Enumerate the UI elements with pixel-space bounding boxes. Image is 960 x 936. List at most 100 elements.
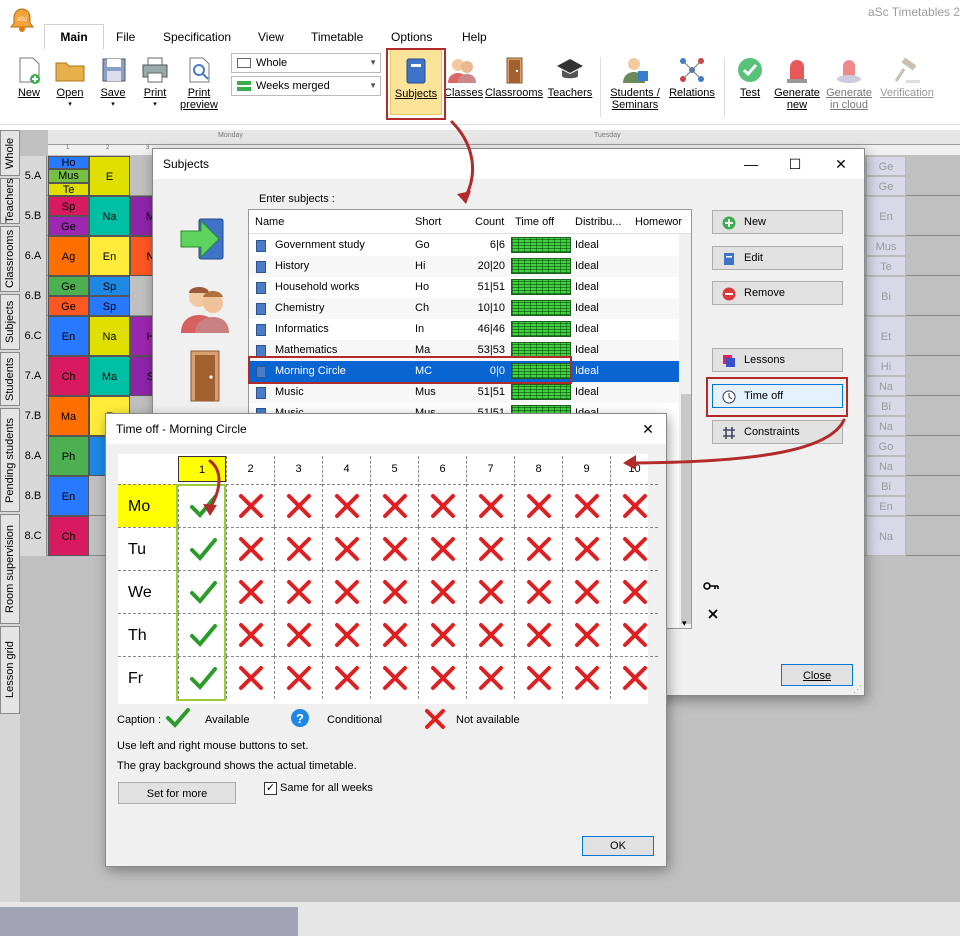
- tab-main[interactable]: Main: [44, 24, 104, 50]
- time-off-cell[interactable]: [418, 613, 466, 656]
- side-tab-lesson-grid[interactable]: Lesson grid: [0, 626, 20, 714]
- lesson-card[interactable]: Na: [866, 376, 906, 396]
- lesson-card[interactable]: Ho: [48, 156, 89, 170]
- lesson-card[interactable]: Ch: [48, 516, 89, 556]
- tab-help[interactable]: Help: [462, 30, 487, 48]
- time-off-cell[interactable]: [274, 656, 322, 699]
- tab-timetable[interactable]: Timetable: [311, 30, 363, 48]
- time-off-cell[interactable]: [562, 527, 610, 570]
- lesson-card[interactable]: Sp: [89, 296, 130, 316]
- time-off-cell[interactable]: [226, 484, 274, 527]
- same-for-all-weeks-checkbox[interactable]: ✓: [264, 782, 277, 795]
- period-header-3[interactable]: 3: [274, 456, 322, 482]
- set-for-more-button[interactable]: Set for more: [118, 782, 236, 804]
- lesson-card[interactable]: Ge: [866, 156, 906, 176]
- lesson-card[interactable]: Ge: [48, 216, 89, 236]
- time-off-cell[interactable]: [322, 570, 370, 613]
- time-off-cell[interactable]: [370, 484, 418, 527]
- time-off-cell[interactable]: [562, 613, 610, 656]
- period-header-4[interactable]: 4: [322, 456, 370, 482]
- lesson-card[interactable]: Ag: [48, 236, 89, 276]
- side-tab-students[interactable]: Students: [0, 352, 20, 406]
- time-off-cell[interactable]: [370, 613, 418, 656]
- lesson-card[interactable]: Te: [48, 182, 89, 196]
- lesson-card[interactable]: Bi: [866, 276, 906, 316]
- constraints-button[interactable]: Constraints: [712, 420, 843, 444]
- side-tab-room-supervision[interactable]: Room supervision: [0, 514, 20, 624]
- time-off-cell[interactable]: [178, 570, 226, 613]
- time-off-bar[interactable]: [511, 279, 571, 295]
- period-header-5[interactable]: 5: [370, 456, 418, 482]
- subject-row[interactable]: Morning Circle MC 0|0 Ideal: [249, 361, 679, 382]
- lesson-card[interactable]: Ge: [48, 296, 89, 316]
- time-off-cell[interactable]: [610, 656, 658, 699]
- time-off-cell[interactable]: [322, 527, 370, 570]
- maximize-button[interactable]: ☐: [773, 149, 817, 179]
- day-header-fr[interactable]: Fr: [118, 656, 176, 699]
- scroll-down-icon[interactable]: ▾: [682, 618, 687, 628]
- subject-row[interactable]: Mathematics Ma 53|53 Ideal: [249, 340, 679, 361]
- time-off-bar[interactable]: [511, 363, 571, 379]
- subject-row[interactable]: Music Mus 51|51 Ideal: [249, 382, 679, 403]
- lesson-card[interactable]: Mus: [866, 236, 906, 256]
- time-off-cell[interactable]: [226, 570, 274, 613]
- period-header-1[interactable]: 1: [178, 456, 226, 482]
- generate-in-cloud-button[interactable]: Generate in cloud: [824, 49, 874, 111]
- lesson-card[interactable]: En: [48, 316, 89, 356]
- class-label[interactable]: 7.B: [20, 396, 47, 436]
- lesson-card[interactable]: Sp: [89, 276, 130, 296]
- lesson-card[interactable]: Na: [866, 456, 906, 476]
- open-button[interactable]: Open ▾: [52, 49, 88, 111]
- lesson-card[interactable]: Hi: [866, 356, 906, 376]
- app-bell-logo-icon[interactable]: aSc: [8, 6, 36, 34]
- delete-x-icon[interactable]: [707, 608, 719, 620]
- time-off-cell[interactable]: [226, 527, 274, 570]
- lesson-card[interactable]: E: [89, 156, 130, 196]
- lessons-button[interactable]: Lessons: [712, 348, 843, 372]
- column-count[interactable]: Count: [475, 216, 504, 228]
- lesson-card[interactable]: Ge: [48, 276, 89, 296]
- time-off-cell[interactable]: [178, 527, 226, 570]
- time-off-cell[interactable]: [418, 527, 466, 570]
- day-header-mo[interactable]: Mo: [118, 484, 176, 527]
- lesson-card[interactable]: Na: [866, 416, 906, 436]
- time-off-cell[interactable]: [466, 656, 514, 699]
- subjects-list-scrollbar[interactable]: ▾: [679, 234, 691, 628]
- period-header-7[interactable]: 7: [466, 456, 514, 482]
- lesson-card[interactable]: Ma: [89, 356, 130, 396]
- period-header-2[interactable]: 2: [226, 456, 274, 482]
- time-off-bar[interactable]: [511, 300, 571, 316]
- subjects-button[interactable]: Subjects: [390, 49, 442, 115]
- column-name[interactable]: Name: [255, 216, 284, 228]
- time-off-bar[interactable]: [511, 384, 571, 400]
- lesson-card[interactable]: Ph: [48, 436, 89, 476]
- scope-select[interactable]: Whole ▼: [231, 53, 381, 73]
- tab-specification[interactable]: Specification: [163, 30, 231, 48]
- class-label[interactable]: 5.A: [20, 156, 47, 196]
- column-distribution[interactable]: Distribu...: [575, 216, 621, 228]
- time-off-cell[interactable]: [274, 570, 322, 613]
- time-off-bar[interactable]: [511, 237, 571, 253]
- lesson-card[interactable]: Go: [866, 436, 906, 456]
- print-button[interactable]: Print ▾: [138, 49, 172, 111]
- students-seminars-button[interactable]: Students / Seminars: [606, 49, 664, 111]
- time-off-cell[interactable]: [610, 570, 658, 613]
- class-label[interactable]: 6.A: [20, 236, 47, 276]
- lesson-card[interactable]: Sp: [48, 196, 89, 216]
- ok-button[interactable]: OK: [582, 836, 654, 856]
- lesson-card[interactable]: Na: [89, 196, 130, 236]
- minimize-button[interactable]: —: [729, 149, 773, 179]
- time-off-cell[interactable]: [418, 484, 466, 527]
- time-off-cell[interactable]: [178, 656, 226, 699]
- lesson-card[interactable]: Mus: [48, 169, 89, 183]
- lesson-card[interactable]: En: [48, 476, 89, 516]
- time-off-bar[interactable]: [511, 342, 571, 358]
- time-off-cell[interactable]: [370, 527, 418, 570]
- class-label[interactable]: 8.A: [20, 436, 47, 476]
- time-off-cell[interactable]: [274, 484, 322, 527]
- time-off-cell[interactable]: [370, 570, 418, 613]
- time-off-bar[interactable]: [511, 321, 571, 337]
- weeks-select[interactable]: Weeks merged ▼: [231, 76, 381, 96]
- day-header-tu[interactable]: Tu: [118, 527, 176, 570]
- lesson-card[interactable]: Bi: [866, 476, 906, 496]
